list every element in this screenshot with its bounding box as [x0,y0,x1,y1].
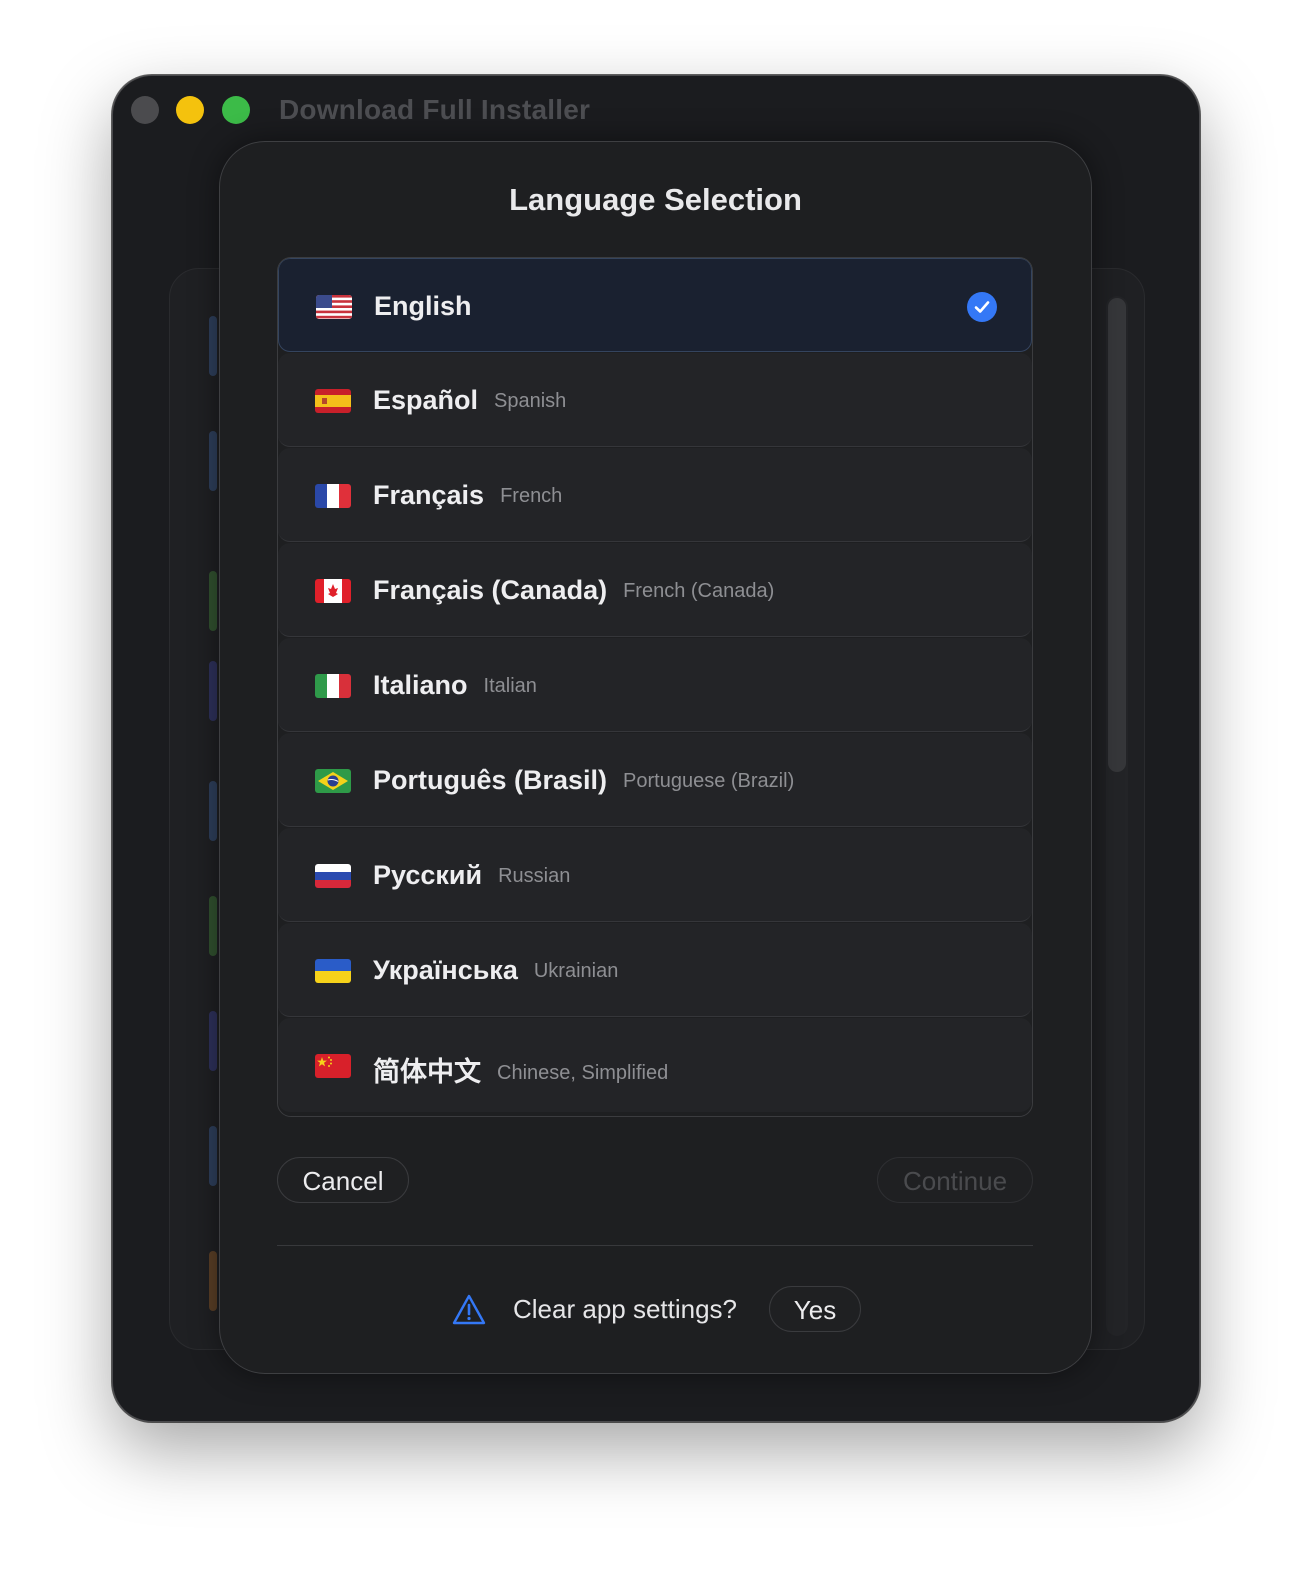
background-flag-icon [209,431,217,491]
background-flag-icon [209,1251,217,1311]
background-flag-icon [209,316,217,376]
language-selection-sheet: Language Selection English Español Spani… [219,141,1092,1374]
continue-button[interactable]: Continue [877,1157,1033,1203]
window-maximize-button[interactable] [222,96,250,124]
window-close-button[interactable] [131,96,159,124]
divider [277,1245,1033,1246]
it-flag-icon [315,674,351,698]
background-flag-icon [209,1126,217,1186]
language-english-name: Ukrainian [533,960,619,982]
fr-flag-icon [315,484,351,508]
es-flag-icon [315,389,351,413]
language-native-name: Русский Russian [373,860,571,890]
language-english-name: Russian [498,865,571,887]
language-native-name: Français French [373,480,563,510]
language-native-name: Français (Canada) French (Canada) [373,575,775,605]
language-english-name: Italian [483,675,537,697]
br-flag-icon [315,769,351,793]
language-native-name: English [374,291,472,321]
background-flag-icon [209,1011,217,1071]
background-flag-icon [209,781,217,841]
yes-button[interactable]: Yes [769,1286,861,1332]
background-flag-icon [209,896,217,956]
window-title: Download Full Installer [279,94,591,125]
language-native-name: Español Spanish [373,385,567,415]
sheet-title: Language Selection [509,182,802,217]
language-native-name: 简体中文 Chinese, Simplified [373,1057,669,1087]
language-row-ukrainian[interactable]: Українська Ukrainian [278,923,1032,1017]
selected-checkmark-icon [967,292,997,322]
background-flag-icon [209,661,217,721]
language-row-italian[interactable]: Italiano Italian [278,638,1032,732]
language-row-english[interactable]: English [278,258,1032,352]
language-native-name: Português (Brasil) Portuguese (Brazil) [373,765,795,795]
window-minimize-button[interactable] [176,96,204,124]
language-row-portuguese-brazil[interactable]: Português (Brasil) Portuguese (Brazil) [278,733,1032,827]
us-flag-icon [316,295,352,319]
language-english-name: French [500,485,563,507]
language-english-name: Chinese, Simplified [497,1062,669,1084]
language-english-name: French (Canada) [623,580,775,602]
language-list: English Español Spanish Français French … [277,257,1033,1117]
warning-icon [451,1293,487,1327]
language-native-name: Українська Ukrainian [373,955,619,985]
ru-flag-icon [315,864,351,888]
clear-settings-prompt: Clear app settings? [513,1294,738,1324]
cn-flag-icon [315,1054,351,1078]
cancel-button[interactable]: Cancel [277,1157,409,1203]
language-english-name: Portuguese (Brazil) [623,770,795,792]
language-row-french-canada[interactable]: Français (Canada) French (Canada) [278,543,1032,637]
language-row-russian[interactable]: Русский Russian [278,828,1032,922]
background-scrollbar-thumb[interactable] [1108,298,1126,772]
ca-flag-icon [315,579,351,603]
language-native-name: Italiano Italian [373,670,537,700]
language-row-chinese-simplified[interactable]: 简体中文 Chinese, Simplified [278,1018,1032,1112]
ua-flag-icon [315,959,351,983]
language-row-spanish[interactable]: Español Spanish [278,353,1032,447]
background-flag-icon [209,571,217,631]
language-row-french[interactable]: Français French [278,448,1032,542]
language-english-name: Spanish [494,390,567,412]
